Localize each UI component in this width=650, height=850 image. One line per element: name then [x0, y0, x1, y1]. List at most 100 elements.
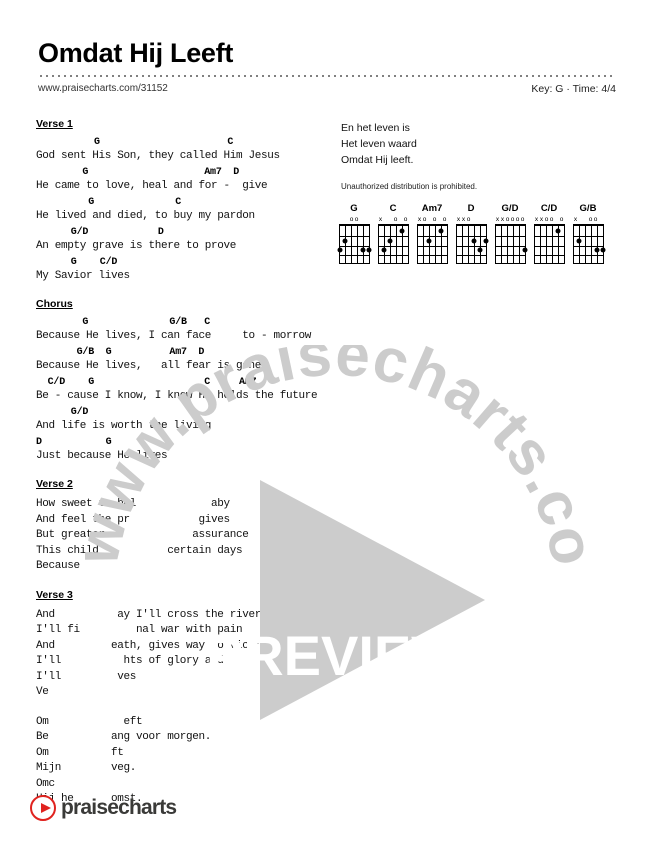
lyric-row: God sent His Son, they called Him Jesus	[36, 150, 280, 162]
chord-diagram-name: G/D	[501, 203, 519, 214]
lyric-line: G Am7 D He came to love, heal and for - g…	[36, 167, 326, 194]
chord-diagram-strip: Go o Cx o o Am7 x o o o Dx x o G/D x x o o o o C/D x x o o o G/B x o…	[337, 203, 605, 264]
lyrics-section: Verse 3 And ay I'll cross the river I'll f…	[36, 589, 326, 701]
section-label: Verse 1	[36, 118, 73, 130]
fretboard-string	[345, 226, 347, 263]
string-marker: o	[403, 216, 408, 223]
string-markers: xxooo	[533, 215, 565, 224]
lyric-line: G/D D An empty grave is there to prove	[36, 227, 326, 254]
chord-row: G/D	[36, 407, 89, 418]
finger-dot	[555, 228, 561, 234]
finger-dot	[594, 247, 600, 253]
chord-diagram: Goo	[337, 203, 371, 264]
fretboard-fret	[573, 255, 603, 257]
chord-row: G Am7 D	[36, 167, 240, 178]
lyric-line: G C God sent His Son, they called Him Jes…	[36, 137, 326, 164]
fretboard-string	[551, 226, 553, 263]
finger-dot	[426, 238, 432, 244]
lyric-row: Mijn veg.	[36, 762, 137, 774]
lyric-row: Because He lives, I can face to - morrow	[36, 330, 312, 342]
fretboard-fret	[495, 235, 525, 237]
lyric-row: He lived and died, to buy my pardon	[36, 210, 255, 222]
lyric-row: Just because He lives	[36, 450, 168, 462]
chord-diagram: Cxoo	[377, 203, 409, 264]
lyric-row: I'll hts of glory and	[36, 655, 224, 667]
finger-dot	[387, 238, 393, 244]
fretboard-grid	[337, 224, 371, 264]
fretboard-fret	[456, 245, 486, 247]
fretboard-string	[596, 226, 598, 263]
fretboard-string	[356, 226, 358, 263]
string-markers: xoo	[377, 215, 409, 224]
lyrics-section: Verse 2 How sweet to hol aby And feel the …	[36, 478, 326, 575]
string-marker	[364, 215, 369, 224]
lyric-row: And life is worth the living	[36, 420, 212, 432]
finger-dot	[576, 238, 582, 244]
lyric-line: G C/D My Savior lives	[36, 257, 326, 284]
fretboard-fret	[378, 245, 408, 247]
finger-dot	[366, 247, 371, 253]
string-marker	[481, 215, 486, 224]
lyric-row: This child certain days	[36, 544, 243, 557]
lyric-row: He came to love, heal and for - give	[36, 180, 268, 192]
chord-diagram-name: D	[467, 203, 475, 214]
fretboard-string	[590, 226, 592, 263]
finger-dot	[600, 247, 605, 253]
play-icon	[30, 795, 56, 821]
chord-row: G G/B C	[36, 317, 211, 328]
fretboard-string	[462, 226, 464, 263]
lyric-row: An empty grave is there to prove	[36, 240, 237, 252]
fretboard-grid	[416, 224, 448, 264]
finger-dot	[522, 247, 527, 253]
fretboard-fret	[534, 245, 564, 247]
lyrics-section: Om eft Be ang voor morgen. Om ft Mijn veg. O…	[36, 715, 326, 808]
chord-row: G/D D	[36, 227, 164, 238]
fretboard-string	[468, 226, 470, 263]
fretboard-string	[579, 226, 581, 263]
lyric-line: G G/B C Because He lives, I can face to -…	[36, 317, 326, 344]
chord-chart-page: Omdat Hij Leeft www.praisecharts.com/311…	[0, 0, 650, 850]
fretboard-fret	[573, 245, 603, 247]
fretboard-string	[423, 226, 425, 263]
fretboard-string	[434, 226, 436, 263]
lyric-line: G/B G Am7 D Because He lives, all fear is…	[36, 347, 326, 374]
fretboard-string	[362, 226, 364, 263]
fretboard-fret	[339, 255, 369, 257]
string-markers: xooo	[416, 215, 448, 224]
key-time-info: Key: G · Time: 4/4	[531, 83, 616, 95]
finger-dot	[337, 247, 342, 253]
fretboard-string	[546, 226, 548, 263]
finger-dot	[438, 228, 444, 234]
finger-dot	[342, 238, 348, 244]
fretboard-fret	[378, 235, 408, 237]
lyric-row: How sweet to hol aby	[36, 498, 230, 510]
chord-diagram: Dxxo	[455, 203, 488, 264]
right-line: En het leven is	[341, 122, 410, 134]
lyrics-section: Verse 1 G C God sent His Son, they called…	[36, 118, 326, 284]
praisecharts-logo: praisecharts	[30, 795, 177, 821]
lyric-row: And eath, gives way to vict'ry	[36, 639, 274, 652]
fretboard-string	[518, 226, 520, 263]
lyric-row: Because	[36, 560, 80, 572]
right-line: Omdat Hij leeft.	[341, 154, 414, 166]
fretboard-grid	[533, 224, 565, 264]
chord-diagram-name: C	[389, 203, 397, 214]
header-divider	[38, 75, 616, 77]
fretboard-grid	[377, 224, 409, 264]
section-label: Verse 3	[36, 588, 73, 601]
finger-dot	[360, 247, 366, 253]
fretboard-fret	[534, 255, 564, 257]
lyric-row: And ay I'll cross the river	[36, 608, 262, 621]
fretboard-string	[501, 226, 503, 263]
finger-dot	[399, 228, 405, 234]
distribution-notice: Unauthorized distribution is prohibited.	[341, 182, 478, 191]
fretboard-fret	[456, 235, 486, 237]
fretboard-string	[395, 226, 397, 263]
fretboard-string	[390, 226, 392, 263]
lyric-line: G/D And life is worth the living	[36, 407, 326, 434]
lyric-row: But greater assurance	[36, 529, 249, 541]
string-marker: o	[442, 216, 447, 223]
chord-diagram: C/D x x o o o	[533, 203, 565, 264]
lyric-row: Om ft	[36, 746, 124, 759]
fretboard-fret	[417, 235, 447, 237]
